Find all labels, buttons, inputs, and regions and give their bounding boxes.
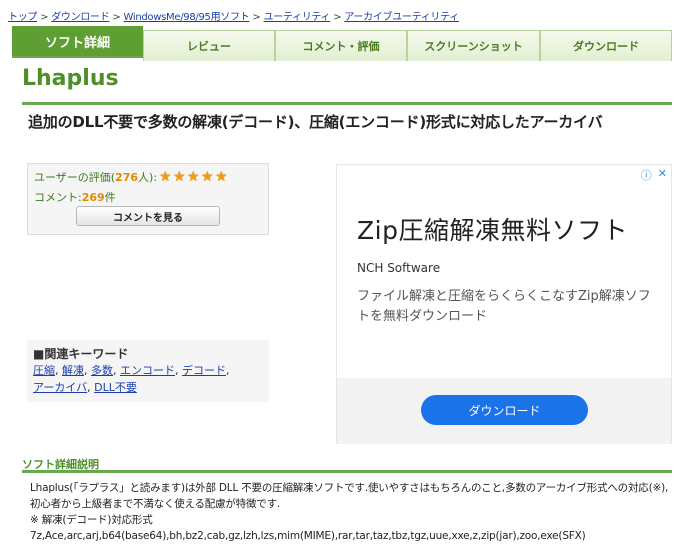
comment-count: 269	[81, 191, 105, 204]
section-divider	[22, 470, 672, 473]
description-paragraph: Lhaplus(「ラプラス」と読みます)は外部 DLL 不要の圧縮解凍ソフトです…	[30, 482, 669, 510]
breadcrumb-link-archive-utility[interactable]: アーカイブユーティリティ	[344, 12, 459, 23]
user-rating-line: ユーザーの評価(276 人): ★ ★ ★ ★ ★	[34, 169, 262, 185]
breadcrumb-separator: >	[333, 12, 342, 23]
breadcrumb-link-download[interactable]: ダウンロード	[51, 12, 110, 23]
page-title: Lhaplus	[22, 66, 119, 91]
ad-description: ファイル解凍と圧縮をらくらくこなすZip解凍ソフトを無料ダウンロード	[357, 289, 651, 324]
description-format-heading: ※ 解凍(デコード)対応形式	[30, 514, 153, 526]
rating-label-suffix: 人):	[138, 171, 158, 184]
comment-unit: 件	[104, 191, 116, 204]
keyword-link-multiple[interactable]: 多数	[91, 364, 113, 377]
ad-choices: ⓘ ✕	[641, 167, 667, 183]
star-rating: ★ ★ ★ ★ ★	[159, 170, 229, 184]
close-icon[interactable]: ✕	[658, 167, 667, 183]
software-description: Lhaplus(「ラプラス」と読みます)は外部 DLL 不要の圧縮解凍ソフトです…	[30, 480, 675, 544]
title-divider	[22, 102, 672, 105]
tab-comments-rating[interactable]: コメント・評価	[275, 30, 407, 61]
page-subtitle: 追加のDLL不要で多数の解凍(デコード)、圧縮(エンコード)形式に対応したアーカ…	[28, 113, 603, 131]
breadcrumb: トップ > ダウンロード > WindowsMe/98/95用ソフト > ユーティリティ > ア…	[8, 8, 459, 23]
tab-bar: ソフト詳細 レビュー コメント・評価 スクリーンショット ダウンロード	[12, 26, 672, 61]
description-format-list: 7z,Ace,arc,arj,b64(base64),bh,bz2,cab,gz…	[30, 530, 586, 542]
keyword-link-compress[interactable]: 圧縮	[33, 364, 55, 377]
keyword-link-decode[interactable]: デコード	[182, 364, 226, 377]
rating-label-prefix: ユーザーの評価(	[34, 171, 116, 184]
tab-download[interactable]: ダウンロード	[540, 30, 672, 61]
ad-download-button[interactable]: ダウンロード	[421, 395, 588, 425]
rating-box: ユーザーの評価(276 人): ★ ★ ★ ★ ★ コメント:269件 コメントを…	[27, 163, 269, 235]
keyword-link-decompress[interactable]: 解凍	[62, 364, 84, 377]
related-keywords-box: ■関連キーワード 圧縮, 解凍, 多数, エンコード, デコード, アーカイバ,…	[27, 340, 269, 402]
breadcrumb-link-top[interactable]: トップ	[8, 12, 37, 23]
keyword-link-no-dll[interactable]: DLL不要	[94, 381, 137, 394]
comment-count-line: コメント:269件	[34, 189, 262, 205]
tab-screenshot[interactable]: スクリーンショット	[407, 30, 540, 61]
keyword-list: 圧縮, 解凍, 多数, エンコード, デコード, アーカイバ, DLL不要	[33, 364, 230, 394]
ad-footer: ダウンロード	[337, 378, 671, 444]
comment-label: コメント:	[34, 191, 82, 204]
ad-advertiser: NCH Software	[357, 261, 441, 275]
keyword-link-encode[interactable]: エンコード	[120, 364, 175, 377]
breadcrumb-separator: >	[40, 12, 49, 23]
tab-software-detail[interactable]: ソフト詳細	[12, 26, 143, 56]
star-icon: ★	[201, 169, 214, 185]
breadcrumb-link-windows-me[interactable]: WindowsMe/98/95用ソフト	[124, 12, 250, 23]
ad-headline[interactable]: Zip圧縮解凍無料ソフト	[357, 211, 628, 247]
star-icon: ★	[187, 169, 200, 185]
keyword-link-archiver[interactable]: アーカイバ	[33, 381, 87, 394]
info-icon[interactable]: ⓘ	[641, 167, 652, 183]
breadcrumb-separator: >	[112, 12, 121, 23]
breadcrumb-link-utility[interactable]: ユーティリティ	[264, 12, 331, 23]
star-icon: ★	[159, 169, 172, 185]
breadcrumb-separator: >	[252, 12, 261, 23]
view-comments-button[interactable]: コメントを見る	[76, 206, 220, 226]
advertisement[interactable]: ⓘ ✕ Zip圧縮解凍無料ソフト NCH Software ファイル解凍と圧縮を…	[336, 164, 672, 444]
related-keywords-title: ■関連キーワード	[33, 347, 129, 361]
star-icon: ★	[173, 169, 186, 185]
tab-review[interactable]: レビュー	[143, 30, 275, 61]
rating-count: 276	[115, 170, 139, 184]
star-icon: ★	[215, 169, 228, 185]
